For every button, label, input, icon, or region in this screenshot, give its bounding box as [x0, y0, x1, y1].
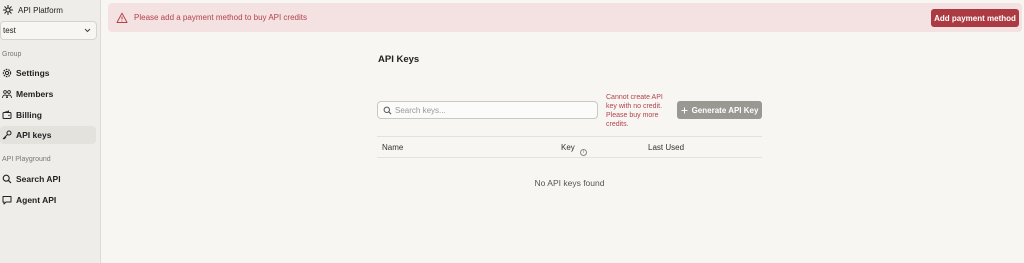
- playground-section-label: API Playground: [2, 156, 51, 163]
- group-section-label: Group: [2, 51, 22, 58]
- generate-button-label: Generate API Key: [691, 105, 759, 115]
- column-header-name: Name: [382, 143, 404, 152]
- logo-icon: [3, 5, 13, 15]
- banner-message: Please add a payment method to buy API c…: [134, 13, 307, 22]
- wallet-icon: [2, 110, 12, 119]
- brand-name: API Platform: [18, 5, 63, 15]
- sidebar-item-settings[interactable]: Settings: [0, 64, 96, 82]
- add-payment-method-button[interactable]: Add payment method: [931, 9, 1019, 27]
- table-header: Name Key i Last Used: [377, 136, 762, 158]
- column-header-key-label: Key: [561, 143, 575, 152]
- empty-state-text: No API keys found: [534, 178, 605, 188]
- sidebar-item-label: Members: [16, 89, 54, 99]
- sidebar-item-label: Billing: [16, 110, 42, 120]
- sidebar-item-label: Search API: [16, 174, 61, 184]
- info-icon[interactable]: i: [579, 149, 587, 156]
- sidebar: API Platform test Group Settings Members…: [0, 0, 101, 263]
- sidebar-item-label: API keys: [16, 130, 52, 140]
- search-box[interactable]: [377, 101, 598, 119]
- chevron-down-icon: [84, 28, 91, 33]
- generate-api-key-button[interactable]: Generate API Key: [677, 101, 762, 119]
- gear-icon: [2, 68, 12, 78]
- search-icon: [383, 106, 392, 114]
- sidebar-item-label: Settings: [16, 68, 50, 78]
- credit-warning-text: Cannot create API key with no credit. Pl…: [606, 94, 663, 128]
- sidebar-item-agent-api[interactable]: Agent API: [0, 191, 96, 209]
- sidebar-item-label: Agent API: [16, 195, 57, 205]
- column-header-key: Key i: [561, 143, 587, 156]
- plus-icon: [681, 107, 688, 113]
- sidebar-item-search-api[interactable]: Search API: [0, 170, 96, 188]
- column-header-last-used: Last Used: [648, 143, 685, 152]
- users-icon: [2, 90, 12, 99]
- api-keys-table: Name Key i Last Used No API keys found: [377, 136, 762, 188]
- search-icon: [2, 174, 12, 184]
- project-name: test: [3, 26, 16, 35]
- search-input[interactable]: [395, 105, 585, 115]
- brand[interactable]: API Platform: [2, 4, 63, 16]
- payment-warning-banner: Please add a payment method to buy API c…: [108, 3, 1022, 32]
- key-icon: [2, 130, 12, 140]
- project-select[interactable]: test: [0, 21, 97, 40]
- sidebar-item-billing[interactable]: Billing: [0, 106, 96, 124]
- warning-icon: [116, 12, 128, 23]
- sidebar-item-api-keys[interactable]: API keys: [0, 126, 96, 144]
- page-title: API Keys: [378, 54, 420, 65]
- sidebar-item-members[interactable]: Members: [0, 85, 96, 103]
- chat-icon: [2, 196, 12, 205]
